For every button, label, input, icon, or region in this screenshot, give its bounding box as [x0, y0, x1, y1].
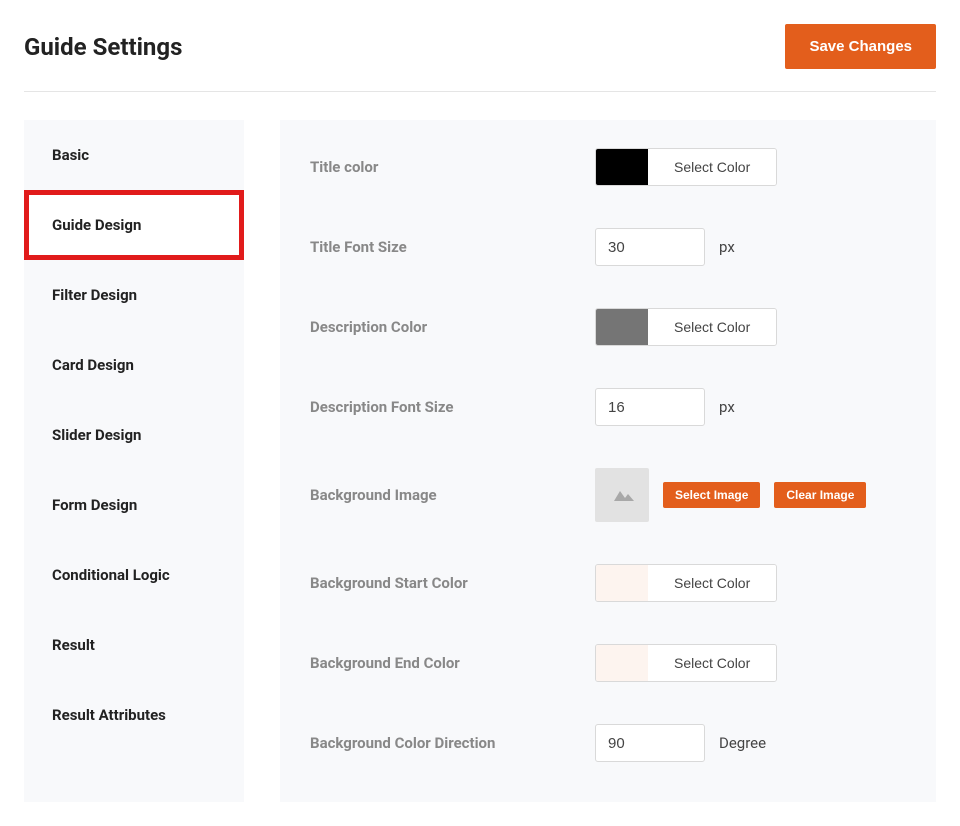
sidebar-item-card-design[interactable]: Card Design [24, 330, 244, 400]
field-label: Description Font Size [310, 398, 595, 416]
color-swatch [596, 309, 648, 345]
field-background-image: Background Image Select Image Clear Imag… [310, 468, 906, 522]
image-placeholder [595, 468, 649, 522]
select-color-button[interactable]: Select Color [648, 149, 776, 185]
color-swatch [596, 149, 648, 185]
sidebar-item-label: Form Design [52, 496, 137, 514]
page-title: Guide Settings [24, 33, 182, 61]
color-swatch [596, 645, 648, 681]
title-font-size-input[interactable] [595, 228, 705, 266]
color-picker-description[interactable]: Select Color [595, 308, 777, 346]
sidebar-item-result-attributes[interactable]: Result Attributes [24, 680, 244, 750]
field-bg-end-color: Background End Color Select Color [310, 644, 906, 682]
sidebar-item-label: Slider Design [52, 426, 141, 444]
field-label: Background Start Color [310, 574, 595, 592]
page-header: Guide Settings Save Changes [24, 24, 936, 92]
field-label: Description Color [310, 318, 595, 336]
select-image-button[interactable]: Select Image [663, 482, 760, 508]
sidebar-item-label: Guide Design [52, 216, 141, 234]
sidebar-item-conditional-logic[interactable]: Conditional Logic [24, 540, 244, 610]
field-description-color: Description Color Select Color [310, 308, 906, 346]
sidebar-item-label: Conditional Logic [52, 566, 170, 584]
color-picker-bg-end[interactable]: Select Color [595, 644, 777, 682]
field-label: Background Image [310, 486, 595, 504]
unit-label: px [719, 238, 735, 256]
settings-panel: Title color Select Color Title Font Size… [280, 120, 936, 802]
field-label: Title Font Size [310, 238, 595, 256]
save-changes-button[interactable]: Save Changes [785, 24, 936, 69]
image-icon [610, 485, 634, 505]
sidebar-item-result[interactable]: Result [24, 610, 244, 680]
description-font-size-input[interactable] [595, 388, 705, 426]
sidebar: Basic Guide Design Filter Design Card De… [24, 120, 244, 802]
field-title-font-size: Title Font Size px [310, 228, 906, 266]
sidebar-item-slider-design[interactable]: Slider Design [24, 400, 244, 470]
field-label: Background End Color [310, 654, 595, 672]
sidebar-item-label: Filter Design [52, 286, 137, 304]
color-picker-bg-start[interactable]: Select Color [595, 564, 777, 602]
field-title-color: Title color Select Color [310, 148, 906, 186]
field-bg-start-color: Background Start Color Select Color [310, 564, 906, 602]
color-picker-title[interactable]: Select Color [595, 148, 777, 186]
field-bg-direction: Background Color Direction Degree [310, 724, 906, 762]
sidebar-item-label: Result [52, 636, 95, 654]
select-color-button[interactable]: Select Color [648, 565, 776, 601]
unit-label: px [719, 398, 735, 416]
unit-label: Degree [719, 734, 766, 752]
bg-direction-input[interactable] [595, 724, 705, 762]
sidebar-item-label: Result Attributes [52, 706, 166, 724]
sidebar-item-basic[interactable]: Basic [24, 120, 244, 190]
sidebar-item-label: Basic [52, 146, 89, 164]
sidebar-item-form-design[interactable]: Form Design [24, 470, 244, 540]
sidebar-item-label: Card Design [52, 356, 134, 374]
sidebar-item-guide-design[interactable]: Guide Design [24, 190, 244, 260]
sidebar-item-filter-design[interactable]: Filter Design [24, 260, 244, 330]
clear-image-button[interactable]: Clear Image [774, 482, 866, 508]
color-swatch [596, 565, 648, 601]
field-description-font-size: Description Font Size px [310, 388, 906, 426]
select-color-button[interactable]: Select Color [648, 309, 776, 345]
field-label: Background Color Direction [310, 734, 595, 752]
field-label: Title color [310, 158, 595, 176]
select-color-button[interactable]: Select Color [648, 645, 776, 681]
